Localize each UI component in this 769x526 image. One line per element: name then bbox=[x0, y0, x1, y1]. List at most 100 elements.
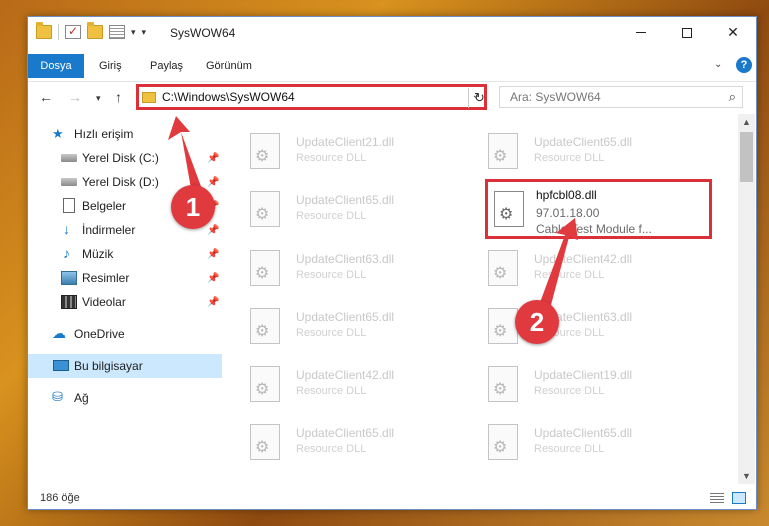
file-item[interactable]: UpdateClient65.dll Resource DLL bbox=[460, 415, 680, 469]
pin-icon[interactable]: 📌 bbox=[207, 177, 219, 188]
search-input[interactable]: Ara: SysWOW64 ⌕ bbox=[499, 86, 743, 108]
scroll-down-icon[interactable]: ▼ bbox=[742, 471, 751, 481]
dll-file-icon bbox=[250, 250, 280, 286]
dll-file-icon bbox=[250, 424, 280, 460]
sidebar-item-quick-access[interactable]: ★ Hızlı erişim bbox=[28, 122, 222, 146]
customize-toolbar-icon[interactable]: ▾ bbox=[142, 27, 147, 38]
chevron-down-icon[interactable]: ▾ bbox=[131, 27, 136, 38]
dll-file-icon bbox=[488, 424, 518, 460]
tab-dosya[interactable]: Dosya bbox=[28, 54, 84, 78]
file-item[interactable]: UpdateClient63.dll Resource DLL bbox=[222, 241, 442, 295]
forward-arrow-icon[interactable]: → bbox=[68, 89, 82, 105]
file-item[interactable]: UpdateClient65.dll Resource DLL bbox=[222, 415, 442, 469]
file-description: Resource DLL bbox=[534, 152, 605, 164]
video-icon bbox=[61, 295, 77, 309]
cloud-icon: ☁ bbox=[52, 325, 66, 341]
sidebar-item-disk-c[interactable]: Yerel Disk (C:) 📌 bbox=[28, 146, 222, 170]
search-icon[interactable]: ⌕ bbox=[729, 89, 736, 105]
large-icons-view-icon[interactable] bbox=[732, 492, 746, 504]
status-bar: 186 öğe bbox=[28, 484, 756, 509]
disk-icon bbox=[61, 154, 77, 162]
search-placeholder[interactable]: Ara: SysWOW64 bbox=[510, 90, 601, 104]
tab-gorunum[interactable]: Görünüm bbox=[206, 55, 252, 77]
file-name: UpdateClient65.dll bbox=[534, 135, 633, 149]
step-2-badge: 2 bbox=[515, 300, 559, 344]
properties-icon[interactable] bbox=[109, 25, 125, 39]
sidebar-item-label: Videolar bbox=[82, 295, 126, 309]
file-name: UpdateClient42.dll bbox=[534, 252, 633, 266]
properties-check-icon[interactable] bbox=[65, 24, 81, 39]
refresh-icon[interactable]: ↻ bbox=[468, 88, 490, 108]
address-path[interactable]: C:\Windows\SysWOW64 bbox=[162, 90, 295, 104]
file-list: UpdateClient21.dll Resource DLL UpdateCl… bbox=[222, 114, 738, 484]
new-folder-icon[interactable] bbox=[87, 22, 103, 39]
pin-icon[interactable]: 📌 bbox=[207, 273, 219, 284]
highlight-box bbox=[485, 179, 712, 239]
file-description: Resource DLL bbox=[534, 269, 605, 281]
sidebar-item-this-pc[interactable]: Bu bilgisayar bbox=[28, 354, 222, 378]
tab-giris[interactable]: Giriş bbox=[99, 55, 122, 77]
file-item[interactable]: UpdateClient65.dll Resource DLL bbox=[222, 182, 442, 236]
up-arrow-icon[interactable]: ↑ bbox=[115, 89, 122, 105]
sidebar-item-label: OneDrive bbox=[74, 327, 125, 341]
file-description: Resource DLL bbox=[296, 152, 367, 164]
file-description: Resource DLL bbox=[296, 385, 367, 397]
quick-access-toolbar: ▾ ▾ bbox=[36, 22, 147, 40]
sidebar-item-label: Resimler bbox=[82, 271, 130, 285]
sidebar-item-videos[interactable]: Videolar 📌 bbox=[28, 290, 222, 314]
explorer-window: ▾ ▾ SysWOW64 ✕ Dosya Giriş Paylaş Görünü… bbox=[27, 16, 757, 510]
file-item[interactable]: UpdateClient63.dll Resource DLL bbox=[460, 299, 680, 353]
network-icon: ⛁ bbox=[52, 389, 63, 404]
sidebar-item-music[interactable]: ♪ Müzik 📌 bbox=[28, 242, 222, 266]
folder-icon bbox=[142, 91, 156, 103]
navigation-bar: ← → ▾ ↑ C:\Windows\SysWOW64 ⌄ ↻ Ara: Sys… bbox=[28, 82, 756, 114]
tab-paylas[interactable]: Paylaş bbox=[150, 55, 183, 77]
file-item[interactable]: UpdateClient21.dll Resource DLL bbox=[222, 124, 442, 178]
file-item[interactable]: UpdateClient19.dll Resource DLL bbox=[460, 357, 680, 411]
file-description: Resource DLL bbox=[534, 443, 605, 455]
sidebar-item-label: İndirmeler bbox=[82, 223, 136, 237]
close-button[interactable]: ✕ bbox=[710, 17, 756, 48]
dll-file-icon bbox=[488, 366, 518, 402]
sidebar-item-label: Belgeler bbox=[82, 199, 127, 213]
dll-file-icon bbox=[250, 133, 280, 169]
folder-icon[interactable] bbox=[36, 22, 52, 39]
pin-icon[interactable]: 📌 bbox=[207, 297, 219, 308]
file-item[interactable]: UpdateClient42.dll Resource DLL bbox=[222, 357, 442, 411]
file-item[interactable]: UpdateClient65.dll Resource DLL bbox=[460, 124, 680, 178]
maximize-button[interactable] bbox=[664, 17, 710, 48]
title-bar: ▾ ▾ SysWOW64 ✕ bbox=[28, 17, 756, 48]
address-bar[interactable]: C:\Windows\SysWOW64 ⌄ bbox=[136, 84, 487, 110]
scrollbar-thumb[interactable] bbox=[740, 132, 753, 182]
vertical-scrollbar[interactable]: ▲ ▼ bbox=[738, 114, 755, 484]
help-icon[interactable]: ? bbox=[736, 57, 752, 73]
sidebar-item-label: Ağ bbox=[74, 391, 89, 405]
file-name: UpdateClient65.dll bbox=[296, 426, 395, 440]
file-item[interactable]: UpdateClient65.dll Resource DLL bbox=[222, 299, 442, 353]
sidebar-item-network[interactable]: ⛁ Ağ bbox=[28, 386, 222, 410]
sidebar-item-label: Müzik bbox=[82, 247, 114, 261]
file-description: Resource DLL bbox=[534, 385, 605, 397]
pin-icon[interactable]: 📌 bbox=[207, 153, 219, 164]
recent-locations-icon[interactable]: ▾ bbox=[96, 93, 101, 104]
sidebar-item-pictures[interactable]: Resimler 📌 bbox=[28, 266, 222, 290]
sidebar-item-onedrive[interactable]: ☁ OneDrive bbox=[28, 322, 222, 346]
file-item[interactable]: UpdateClient42.dll Resource DLL bbox=[460, 241, 680, 295]
sidebar-item-label: Yerel Disk (C:) bbox=[82, 151, 159, 165]
pin-icon[interactable]: 📌 bbox=[207, 249, 219, 260]
back-arrow-icon[interactable]: ← bbox=[39, 89, 53, 105]
expand-ribbon-icon[interactable]: ⌄ bbox=[714, 59, 722, 70]
star-icon: ★ bbox=[52, 126, 64, 141]
file-name: UpdateClient19.dll bbox=[534, 368, 633, 382]
step-1-badge: 1 bbox=[171, 185, 215, 229]
file-name: UpdateClient65.dll bbox=[534, 426, 633, 440]
close-icon: ✕ bbox=[727, 24, 739, 40]
sidebar-item-label: Yerel Disk (D:) bbox=[82, 175, 159, 189]
window-title: SysWOW64 bbox=[170, 26, 236, 40]
details-view-icon[interactable] bbox=[710, 493, 724, 503]
dll-file-icon bbox=[250, 366, 280, 402]
scroll-up-icon[interactable]: ▲ bbox=[742, 117, 751, 127]
minimize-button[interactable] bbox=[618, 17, 664, 48]
navigation-pane: ★ Hızlı erişim Yerel Disk (C:) 📌 Yerel D… bbox=[28, 114, 222, 484]
pin-icon[interactable]: 📌 bbox=[207, 225, 219, 236]
